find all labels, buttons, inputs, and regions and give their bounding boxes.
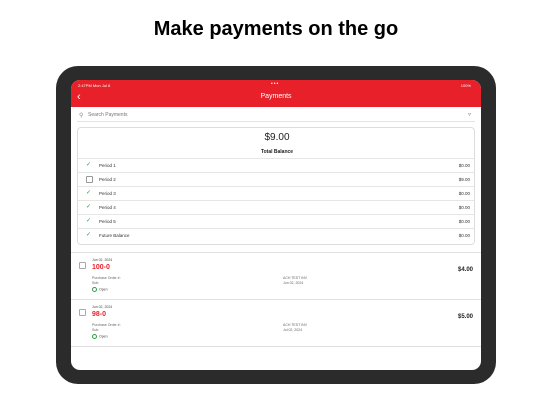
invoice-description: ACH TEST INV <box>283 323 307 327</box>
check-icon[interactable]: ✓ <box>86 162 93 169</box>
invoice-date: Jun 02, 2024 <box>92 258 113 262</box>
period-row[interactable]: ✓ Period 5 $0.00 <box>78 214 474 228</box>
multitask-dots[interactable]: ••• <box>271 81 279 87</box>
open-status-icon <box>92 334 97 339</box>
filter-icon[interactable]: ▿ <box>468 111 471 118</box>
nav-bar: ‹ Payments <box>71 90 481 107</box>
invoice-number[interactable]: 98-0 <box>92 311 106 318</box>
period-amount: $0.00 <box>458 163 470 168</box>
page-title: Payments <box>260 93 292 100</box>
check-icon[interactable]: ✓ <box>86 190 93 197</box>
period-amount: $0.00 <box>458 233 470 238</box>
period-label: Period 4 <box>99 205 116 210</box>
period-list: ✓ Period 1 $0.00 Period 2 $9.00 ✓ Period… <box>78 158 474 242</box>
invoice-row[interactable]: Jun 02, 2024 100-0 Purchase Order #: Sub… <box>71 254 481 300</box>
divider <box>71 252 481 253</box>
check-icon[interactable]: ✓ <box>86 218 93 225</box>
tablet-frame: 2:47PM Mon Jul 8 ••• 100% ‹ Payments ⚲ ▿… <box>56 66 496 384</box>
period-amount: $9.00 <box>458 177 470 182</box>
period-label: Period 2 <box>99 177 116 182</box>
invoice-sub: Sub: <box>92 328 100 332</box>
invoice-number[interactable]: 100-0 <box>92 264 110 271</box>
invoice-po: Purchase Order #: <box>92 323 121 327</box>
invoice-status: Open <box>92 287 108 292</box>
invoice-sub: Sub: <box>92 281 100 285</box>
period-row[interactable]: ✓ Future Balance $0.00 <box>78 228 474 242</box>
balance-card: $9.00 Total Balance ✓ Period 1 $0.00 Per… <box>77 127 475 245</box>
invoice-due-date: Jul 02, 2024 <box>283 328 303 332</box>
period-label: Future Balance <box>99 233 130 238</box>
invoice-checkbox[interactable] <box>79 262 86 269</box>
app-screen: 2:47PM Mon Jul 8 ••• 100% ‹ Payments ⚲ ▿… <box>71 80 481 370</box>
search-input[interactable] <box>88 112 388 118</box>
invoice-amount: $4.00 <box>457 267 473 273</box>
invoice-po: Purchase Order #: <box>92 276 121 280</box>
invoice-checkbox[interactable] <box>79 309 86 316</box>
status-bar: 2:47PM Mon Jul 8 ••• 100% <box>71 80 481 90</box>
invoice-amount: $5.00 <box>457 314 473 320</box>
invoice-due-date: Jun 02, 2024 <box>283 281 304 285</box>
invoice-status: Open <box>92 334 108 339</box>
headline: Make payments on the go <box>153 18 399 40</box>
period-amount: $0.00 <box>458 191 470 196</box>
period-amount: $0.00 <box>458 205 470 210</box>
period-label: Period 3 <box>99 191 116 196</box>
total-balance-label: Total Balance <box>260 149 294 155</box>
period-label: Period 1 <box>99 163 116 168</box>
battery-status: 100% <box>460 83 471 88</box>
invoice-description: ACH TEST INV <box>283 276 307 280</box>
invoice-row[interactable]: Jun 02, 2024 98-0 Purchase Order #: Sub:… <box>71 301 481 347</box>
check-icon[interactable]: ✓ <box>86 232 93 239</box>
period-row[interactable]: ✓ Period 4 $0.00 <box>78 200 474 214</box>
invoice-status-label: Open <box>99 334 108 339</box>
period-amount: $0.00 <box>458 219 470 224</box>
period-checkbox[interactable] <box>86 176 93 183</box>
search-bar: ⚲ ▿ <box>77 111 475 122</box>
status-time: 2:47PM Mon Jul 8 <box>78 83 111 88</box>
period-label: Period 5 <box>99 219 116 224</box>
total-balance-amount: $9.00 <box>264 132 290 143</box>
check-icon[interactable]: ✓ <box>86 204 93 211</box>
period-row[interactable]: Period 2 $9.00 <box>78 172 474 186</box>
search-icon: ⚲ <box>79 113 84 119</box>
invoice-date: Jun 02, 2024 <box>92 305 113 309</box>
period-row[interactable]: ✓ Period 1 $0.00 <box>78 158 474 172</box>
invoice-status-label: Open <box>99 287 108 292</box>
divider <box>71 299 481 300</box>
open-status-icon <box>92 287 97 292</box>
divider <box>71 346 481 347</box>
period-row[interactable]: ✓ Period 3 $0.00 <box>78 186 474 200</box>
